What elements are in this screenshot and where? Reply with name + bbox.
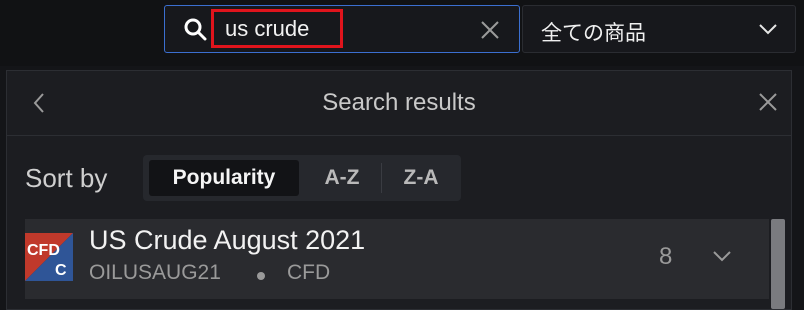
search-results-panel: Search results Sort by Popularity A-Z Z-… xyxy=(6,70,792,310)
panel-header: Search results xyxy=(7,71,791,136)
sort-toggle-group: Popularity A-Z Z-A xyxy=(143,155,461,201)
result-row[interactable]: CFD C US Crude August 2021 OILUSAUG21 CF… xyxy=(25,219,769,299)
search-box[interactable] xyxy=(164,5,520,53)
cfd-badge-icon: CFD C xyxy=(25,233,73,281)
search-input[interactable] xyxy=(215,14,425,44)
category-select[interactable]: 全ての商品 xyxy=(522,5,796,53)
sort-popularity-button[interactable]: Popularity xyxy=(149,160,299,196)
top-bar: 全ての商品 xyxy=(0,0,804,66)
result-name: US Crude August 2021 xyxy=(89,225,366,255)
search-icon xyxy=(184,18,207,41)
sort-za-button[interactable]: Z-A xyxy=(387,160,455,196)
cfd-badge-bottom-text: C xyxy=(55,262,67,279)
result-count: 8 xyxy=(659,243,673,270)
sort-divider xyxy=(381,163,382,193)
result-type: CFD xyxy=(287,261,331,284)
panel-title: Search results xyxy=(322,89,476,116)
clear-icon[interactable] xyxy=(479,19,501,41)
close-icon[interactable] xyxy=(757,91,779,113)
bullet-separator xyxy=(257,272,265,280)
result-symbol: OILUSAUG21 xyxy=(89,261,221,284)
chevron-down-icon xyxy=(759,24,777,35)
sort-az-button[interactable]: A-Z xyxy=(307,160,377,196)
category-selected-label: 全ての商品 xyxy=(541,21,646,45)
results-scrollbar[interactable] xyxy=(771,219,785,309)
chevron-down-icon[interactable] xyxy=(711,249,733,263)
sort-label: Sort by xyxy=(25,163,108,193)
cfd-badge-top-text: CFD xyxy=(27,242,60,259)
